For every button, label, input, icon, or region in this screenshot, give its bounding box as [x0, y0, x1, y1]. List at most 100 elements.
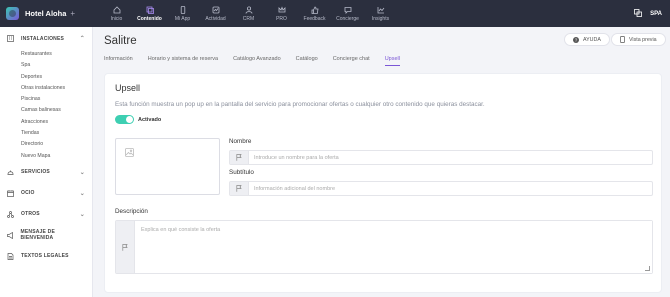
top-bar: Hotel Aloha + Inicio Contenido Mi App Ac…	[0, 0, 670, 27]
tab-concierge-chat[interactable]: Concierge chat	[333, 56, 370, 66]
chevron-down-icon: ⌄	[79, 211, 85, 218]
tab-informacion[interactable]: Información	[104, 56, 133, 66]
nav-label: Inicio	[110, 15, 123, 22]
content-icon	[146, 6, 154, 14]
preview-button[interactable]: Vista previa	[611, 33, 666, 46]
resize-handle-icon[interactable]	[645, 266, 650, 271]
nav-label: PRO	[276, 15, 287, 22]
image-upload[interactable]	[115, 138, 220, 195]
help-label: AYUDA	[583, 36, 601, 43]
chevron-up-icon: ⌃	[79, 36, 85, 42]
tab-catalogo[interactable]: Catálogo	[296, 56, 318, 66]
toggle-label: Activado	[138, 116, 162, 123]
nav-actividad[interactable]: Actividad	[199, 0, 232, 27]
nodes-icon	[7, 211, 15, 218]
chevron-down-icon: ⌄	[79, 169, 85, 176]
sidebar-section-label: INSTALACIONES	[21, 35, 65, 42]
nav-crm[interactable]: CRM	[232, 0, 265, 27]
sidebar-item-tiendas[interactable]: Tiendas	[0, 128, 92, 139]
nav-label: Mi App	[174, 15, 191, 22]
translate-icon[interactable]	[634, 8, 642, 19]
sidebar-section-servicios[interactable]: SERVICIOS ⌄	[0, 162, 92, 183]
nav-label: Feedback	[303, 15, 326, 22]
nav-pro[interactable]: PRO	[265, 0, 298, 27]
main-nav: Inicio Contenido Mi App Actividad CRM PR…	[100, 0, 397, 27]
nav-label: Insights	[371, 15, 390, 22]
language-selector[interactable]: SPA	[650, 11, 662, 17]
help-button[interactable]: ? AYUDA	[564, 33, 610, 46]
nav-label: Actividad	[205, 15, 226, 22]
activity-icon	[212, 6, 220, 14]
tab-catalogo-avanzado[interactable]: Catálogo Avanzado	[233, 56, 281, 66]
bellhop-icon	[7, 169, 15, 176]
calendar-icon	[7, 190, 15, 197]
sidebar-item-otras-instalaciones[interactable]: Otras instalaciones	[0, 83, 92, 94]
top-right: SPA	[634, 0, 662, 27]
building-icon	[7, 35, 15, 42]
sidebar-item-restaurantes[interactable]: Restaurantes	[0, 49, 92, 60]
sidebar-item-atracciones[interactable]: Atracciones	[0, 117, 92, 128]
nav-contenido[interactable]: Contenido	[133, 0, 166, 27]
chart-icon	[377, 6, 385, 14]
tab-upsell[interactable]: Upsell	[384, 56, 400, 66]
flag-icon	[230, 182, 249, 195]
megaphone-icon	[7, 231, 14, 239]
sidebar-item-spa[interactable]: Spa	[0, 60, 92, 71]
sidebar-section-label: OTROS	[21, 211, 40, 218]
subtitulo-label: Subtítulo	[229, 169, 254, 176]
sidebar: INSTALACIONES ⌃ Restaurantes Spa Deporte…	[0, 27, 93, 297]
home-icon	[113, 5, 121, 14]
sidebar-item-piscinas[interactable]: Piscinas	[0, 94, 92, 105]
phone-icon	[620, 36, 625, 43]
chevron-down-icon: ⌄	[79, 190, 85, 197]
tab-bar: Información Horario y sistema de reserva…	[104, 56, 415, 66]
descripcion-textarea[interactable]	[135, 221, 652, 273]
sidebar-item-directorio[interactable]: Directorio	[0, 139, 92, 150]
nav-label: CRM	[242, 15, 255, 22]
sidebar-section-label: OCIO	[21, 190, 35, 197]
upsell-card: Upsell Esta función muestra un pop up en…	[104, 73, 662, 293]
sidebar-section-legales[interactable]: TEXTOS LEGALES	[0, 246, 92, 267]
nav-label: Concierge	[336, 15, 359, 22]
nav-feedback[interactable]: Feedback	[298, 0, 331, 27]
descripcion-label: Descripción	[115, 208, 148, 215]
upsell-title: Upsell	[115, 83, 141, 93]
chat-icon	[344, 6, 352, 14]
sidebar-item-nuevo-mapa[interactable]: Nuevo Mapa	[0, 151, 92, 162]
sidebar-section-instalaciones[interactable]: INSTALACIONES ⌃	[0, 28, 92, 49]
nombre-label: Nombre	[229, 138, 252, 145]
upsell-description: Esta función muestra un pop up en la pan…	[115, 101, 485, 108]
preview-label: Vista previa	[629, 36, 657, 43]
upsell-toggle-row: Activado	[115, 115, 161, 124]
tab-horario[interactable]: Horario y sistema de reserva	[148, 56, 218, 66]
hotel-logo-icon	[6, 7, 19, 20]
nav-insights[interactable]: Insights	[364, 0, 397, 27]
sidebar-item-deportes[interactable]: Deportes	[0, 72, 92, 83]
nombre-input[interactable]	[249, 151, 652, 164]
main-content: Salitre ? AYUDA Vista previa Información…	[93, 27, 670, 297]
sidebar-section-otros[interactable]: OTROS ⌄	[0, 204, 92, 225]
nav-label: Contenido	[137, 15, 162, 22]
descripcion-field	[115, 220, 653, 274]
nav-inicio[interactable]: Inicio	[100, 0, 133, 27]
flag-icon	[230, 151, 249, 164]
brand[interactable]: Hotel Aloha +	[0, 0, 100, 27]
subtitulo-field	[229, 181, 653, 196]
subtitulo-input[interactable]	[249, 182, 652, 195]
sidebar-section-label: TEXTOS LEGALES	[21, 253, 69, 260]
nav-mi-app[interactable]: Mi App	[166, 0, 199, 27]
sidebar-section-bienvenida[interactable]: MENSAJE DE BIENVENIDA	[0, 225, 92, 246]
thumbs-up-icon	[311, 6, 319, 14]
sidebar-section-ocio[interactable]: OCIO ⌄	[0, 183, 92, 204]
nav-concierge[interactable]: Concierge	[331, 0, 364, 27]
page-title: Salitre	[104, 35, 137, 47]
upsell-toggle[interactable]	[115, 115, 134, 124]
hotel-name: Hotel Aloha	[25, 9, 67, 18]
flag-icon	[116, 221, 135, 273]
add-hotel-button[interactable]: +	[70, 9, 75, 18]
sidebar-section-label: MENSAJE DE BIENVENIDA	[20, 229, 55, 242]
sidebar-item-camas-balinesas[interactable]: Camas balinesas	[0, 105, 92, 116]
toggle-knob	[126, 116, 133, 123]
crown-icon	[278, 5, 286, 14]
help-icon: ?	[573, 36, 579, 43]
